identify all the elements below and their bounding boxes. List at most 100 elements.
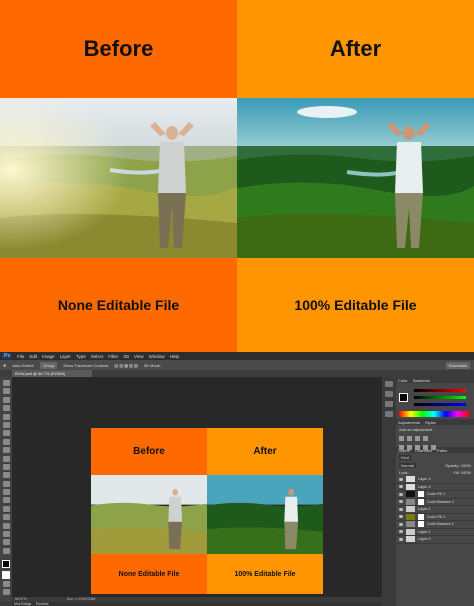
quick-select-icon[interactable]	[2, 405, 10, 412]
after-heading: After	[237, 0, 474, 98]
background-color-swatch[interactable]	[2, 570, 10, 579]
layer-thumbnail	[406, 513, 415, 520]
blend-mode-select[interactable]: Normal	[399, 463, 416, 468]
layer-row[interactable]: Layer 1	[396, 506, 474, 514]
curves-icon[interactable]	[415, 436, 420, 441]
stamp-icon[interactable]	[2, 447, 10, 454]
kind-filter[interactable]: Kind	[399, 455, 412, 460]
workspace-dropdown[interactable]: Essentials	[445, 361, 470, 369]
move-tool-icon[interactable]: ✥	[3, 363, 6, 368]
tab-layers[interactable]: Layers	[398, 448, 410, 453]
crop-icon[interactable]	[2, 413, 10, 420]
doc-before-photo	[91, 475, 207, 554]
visibility-eye-icon[interactable]	[399, 477, 403, 481]
pen-icon[interactable]	[2, 497, 10, 504]
visibility-eye-icon[interactable]	[399, 500, 403, 504]
green-slider[interactable]	[414, 396, 466, 399]
quick-mask-icon[interactable]	[2, 580, 10, 587]
history-icon[interactable]	[385, 381, 393, 387]
move-icon[interactable]	[2, 380, 10, 386]
auto-select-checkbox[interactable]: Auto-Select:	[12, 363, 34, 368]
screen-mode-icon[interactable]	[2, 589, 10, 596]
tab-mini-bridge[interactable]: Mini Bridge	[14, 602, 32, 606]
tab-color[interactable]: Color	[398, 378, 408, 383]
visibility-eye-icon[interactable]	[399, 515, 403, 519]
tab-adjustments[interactable]: Adjustments	[398, 420, 420, 425]
document-tab[interactable]: BOW.psd @ 66.7% (RGB/8)	[12, 370, 92, 377]
blue-slider[interactable]	[414, 403, 466, 406]
tab-timeline[interactable]: Timeline	[36, 602, 49, 606]
color-ramp[interactable]	[399, 411, 469, 417]
menu-window[interactable]: Window	[149, 354, 165, 359]
layer-mask-thumbnail[interactable]	[418, 521, 424, 528]
type-icon[interactable]	[2, 505, 10, 512]
layer-row[interactable]: Layer 4	[396, 476, 474, 484]
menu-layer[interactable]: Layer	[60, 354, 71, 359]
brightness-icon[interactable]	[399, 436, 404, 441]
document-canvas[interactable]: Before After None Editable File 100% Edi…	[91, 428, 323, 594]
healing-icon[interactable]	[2, 430, 10, 437]
eyedropper-icon[interactable]	[2, 421, 10, 428]
tab-styles[interactable]: Styles	[425, 420, 436, 425]
more-tools-icon[interactable]	[2, 547, 10, 554]
visibility-eye-icon[interactable]	[399, 537, 403, 541]
menu-image[interactable]: Image	[42, 354, 55, 359]
path-select-icon[interactable]	[2, 514, 10, 521]
tab-swatches[interactable]: Swatches	[413, 378, 430, 383]
layer-name: Color Balance 1	[427, 522, 455, 527]
visibility-eye-icon[interactable]	[399, 522, 403, 526]
properties-icon[interactable]	[385, 391, 393, 397]
brush-icon[interactable]	[2, 438, 10, 445]
history-brush-icon[interactable]	[2, 455, 10, 462]
color-swatch[interactable]	[399, 393, 408, 402]
exposure-icon[interactable]	[423, 436, 428, 441]
marquee-icon[interactable]	[2, 388, 10, 395]
menu-help[interactable]: Help	[170, 354, 179, 359]
transform-controls-checkbox[interactable]: Show Transform Controls	[63, 363, 108, 368]
layer-row[interactable]: Color Fill 1	[396, 491, 474, 499]
levels-icon[interactable]	[407, 436, 412, 441]
lasso-icon[interactable]	[2, 396, 10, 403]
visibility-eye-icon[interactable]	[399, 507, 403, 511]
visibility-eye-icon[interactable]	[399, 530, 403, 534]
red-slider[interactable]	[414, 389, 466, 392]
menu-file[interactable]: File	[17, 354, 24, 359]
layer-row[interactable]: Layer 0	[396, 536, 474, 544]
layer-mask-thumbnail[interactable]	[418, 498, 424, 505]
shape-icon[interactable]	[2, 522, 10, 529]
menu-3d[interactable]: 3D	[123, 354, 129, 359]
foreground-color-swatch[interactable]	[2, 560, 10, 569]
menu-filter[interactable]: Filter	[108, 354, 118, 359]
layer-row[interactable]: Layer 4	[396, 483, 474, 491]
tab-paths[interactable]: Paths	[437, 448, 447, 453]
menu-type[interactable]: Type	[76, 354, 86, 359]
eraser-icon[interactable]	[2, 463, 10, 470]
menu-edit[interactable]: Edit	[29, 354, 37, 359]
tab-channels[interactable]: Channels	[415, 448, 432, 453]
menu-select[interactable]: Select	[91, 354, 104, 359]
visibility-eye-icon[interactable]	[399, 485, 403, 489]
info-icon[interactable]	[385, 401, 393, 407]
opacity-field[interactable]: Opacity: 100%	[445, 463, 471, 468]
menu-view[interactable]: View	[134, 354, 144, 359]
layer-name: Layer 0	[418, 537, 431, 542]
character-icon[interactable]	[385, 411, 393, 417]
layer-row[interactable]: Layer 1	[396, 528, 474, 536]
visibility-eye-icon[interactable]	[399, 492, 403, 496]
doc-after-heading: After	[207, 428, 323, 475]
dodge-icon[interactable]	[2, 489, 10, 496]
layer-mask-thumbnail[interactable]	[418, 491, 424, 498]
layer-row[interactable]: Color Fill 1	[396, 513, 474, 521]
auto-select-dropdown[interactable]: Group	[40, 361, 58, 369]
layer-name: Color Fill 1	[427, 492, 446, 497]
layer-mask-thumbnail[interactable]	[418, 513, 424, 520]
gradient-icon[interactable]	[2, 472, 10, 479]
canvas-area[interactable]: Before After None Editable File 100% Edi…	[12, 377, 382, 597]
zoom-icon[interactable]	[2, 539, 10, 546]
fill-field[interactable]: Fill: 100%	[453, 470, 471, 475]
hand-icon[interactable]	[2, 531, 10, 538]
layer-row[interactable]: Color Balance 1	[396, 521, 474, 529]
align-icons[interactable]: ▤ ▥ ▦ ▧ ▨	[114, 363, 137, 368]
blur-icon[interactable]	[2, 480, 10, 487]
layer-row[interactable]: Color Balance 2	[396, 498, 474, 506]
